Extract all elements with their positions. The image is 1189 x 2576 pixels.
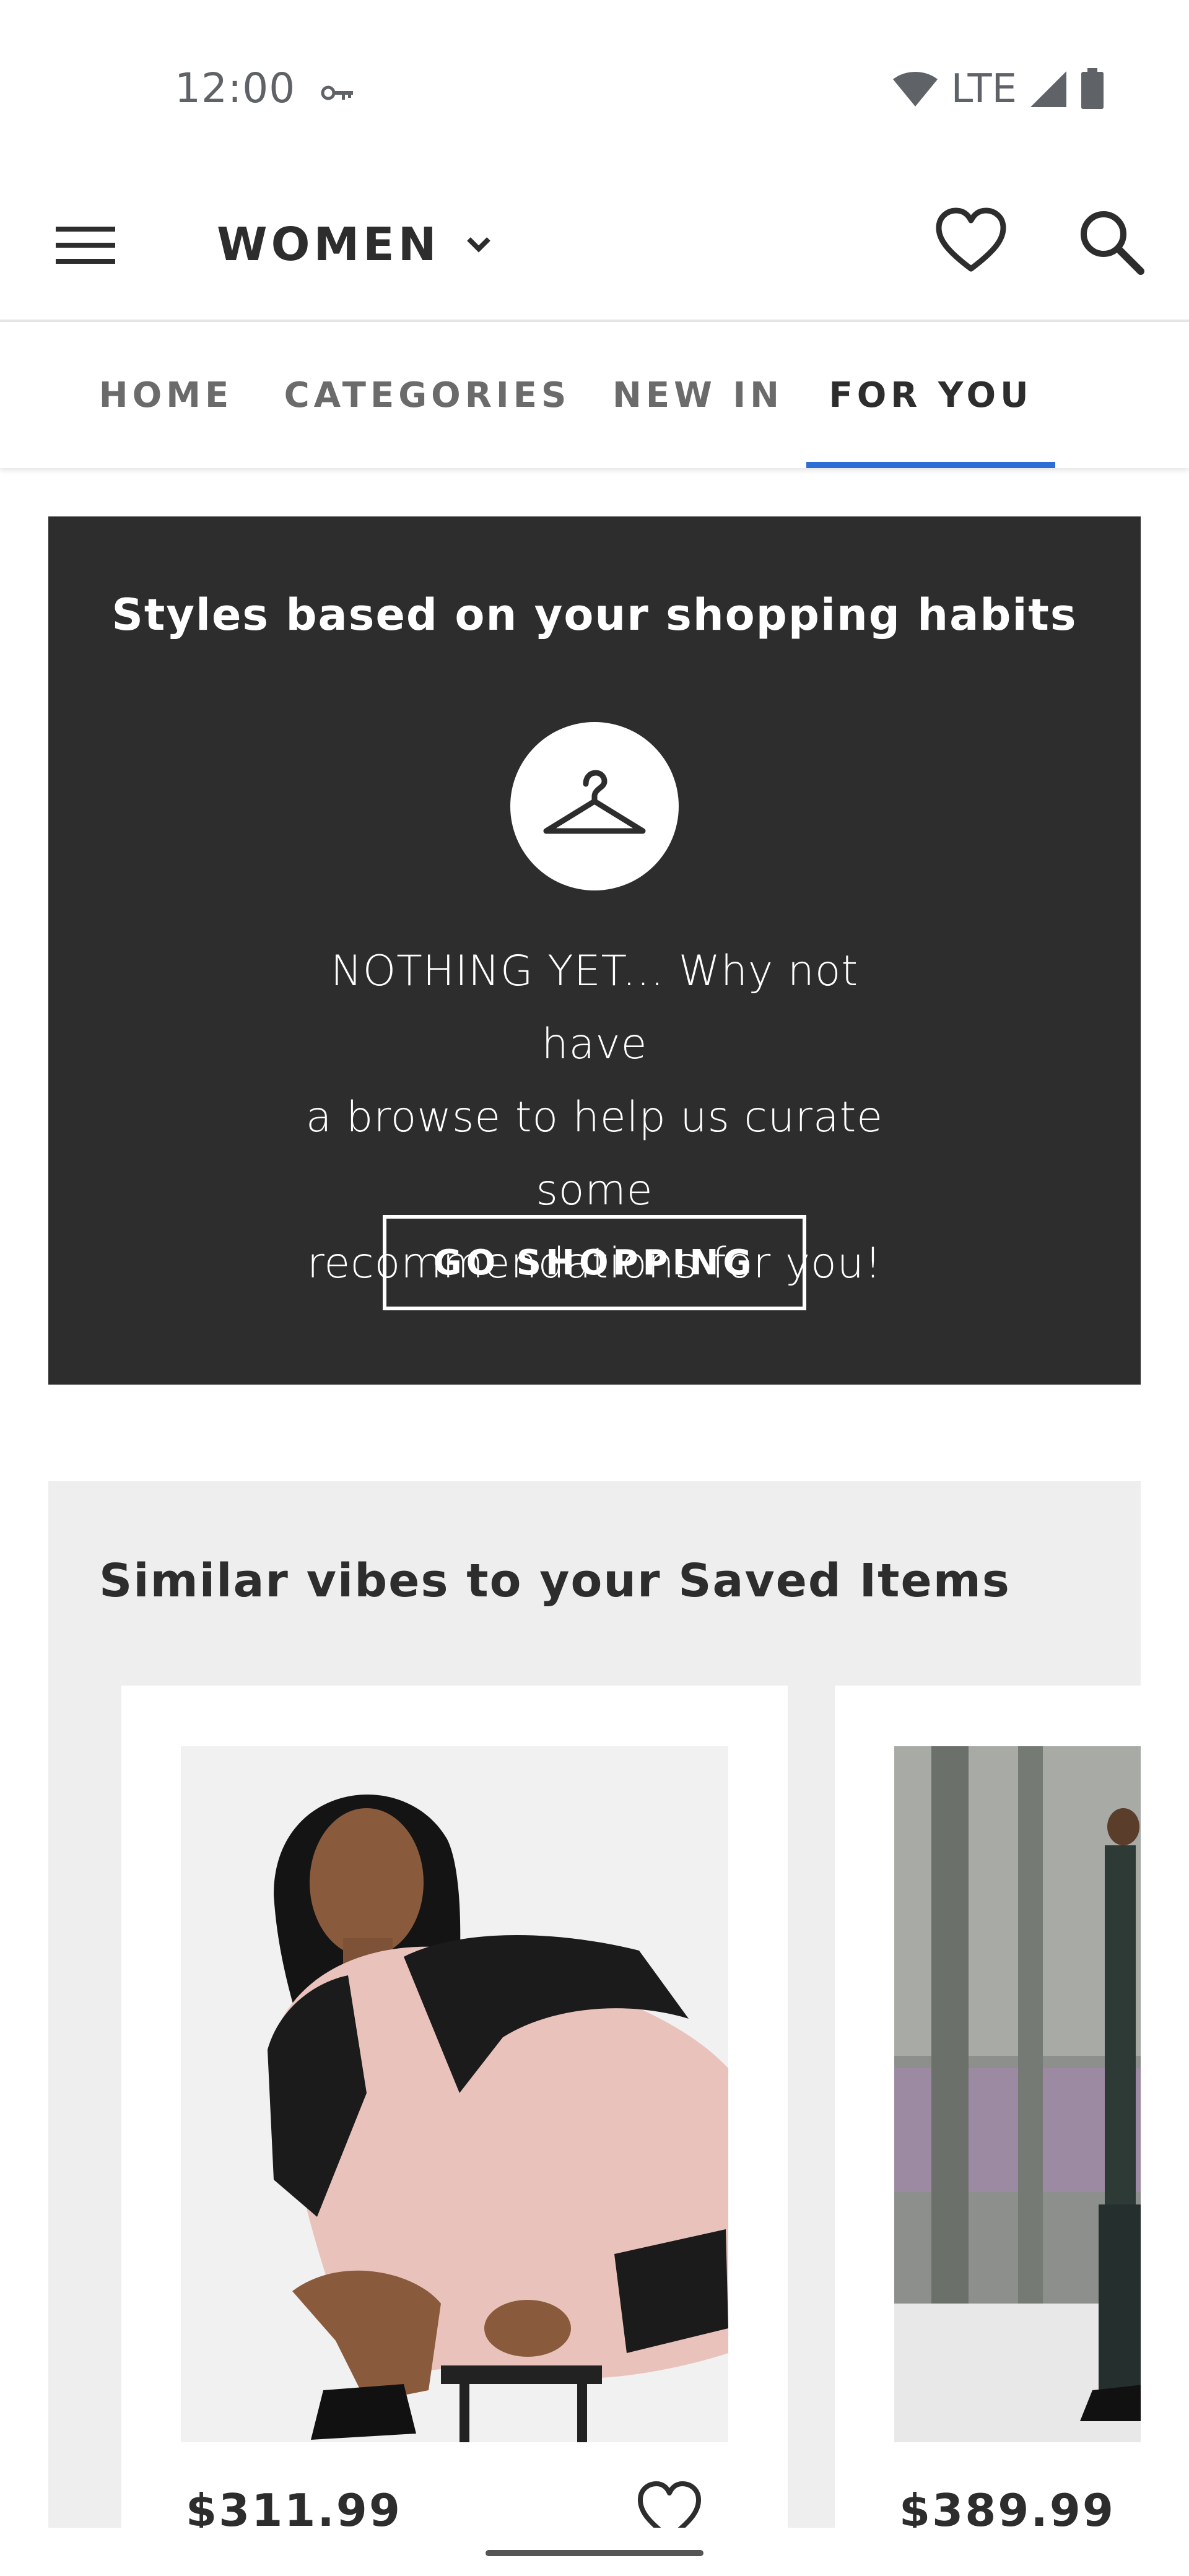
menu-icon[interactable]	[53, 213, 118, 277]
status-bar: 12:00 LTE	[0, 0, 1189, 180]
product-card[interactable]: $389.99	[835, 1686, 1141, 2528]
product-card[interactable]: $311.99	[121, 1686, 788, 2528]
vpn-key-icon	[321, 85, 353, 100]
gesture-nav-bar	[0, 2528, 1189, 2576]
status-icons: LTE	[892, 64, 1105, 114]
tab-new-in[interactable]: NEW IN	[609, 322, 786, 468]
recommendation-banner: Styles based on your shopping habits NOT…	[48, 516, 1141, 1385]
heart-icon[interactable]	[635, 2478, 703, 2528]
section-title: Similar vibes to your Saved Items	[99, 1554, 1011, 1608]
tab-for-you[interactable]: FOR YOU	[806, 322, 1055, 468]
product-price: $389.99	[899, 2484, 1115, 2528]
tab-active-indicator	[806, 462, 1055, 468]
banner-message-line: NOTHING YET... Why not have	[330, 947, 859, 1069]
status-time: 12:00	[175, 64, 296, 112]
cell-signal-icon	[1030, 71, 1066, 107]
product-image[interactable]	[894, 1746, 1141, 2442]
top-app-bar: WOMEN	[0, 180, 1189, 322]
home-gesture-handle[interactable]	[486, 2550, 703, 2556]
search-icon[interactable]	[1076, 207, 1146, 276]
product-price: $311.99	[186, 2484, 402, 2528]
go-shopping-button[interactable]: GO SHOPPING	[383, 1215, 806, 1310]
hanger-icon	[543, 770, 646, 834]
banner-title: Styles based on your shopping habits	[111, 590, 1078, 640]
gender-label: WOMEN	[217, 218, 440, 271]
network-type: LTE	[951, 66, 1017, 112]
wifi-icon	[892, 72, 938, 107]
tab-home[interactable]: HOME	[87, 322, 245, 468]
gender-selector[interactable]: WOMEN	[217, 204, 492, 285]
tab-categories[interactable]: CATEGORIES	[284, 322, 567, 468]
tab-bar: HOME CATEGORIES NEW IN FOR YOU	[0, 322, 1189, 468]
product-image[interactable]	[181, 1746, 728, 2442]
banner-message-line: a browse to help us curate some	[305, 1093, 884, 1215]
chevron-down-icon	[466, 237, 490, 253]
battery-icon	[1081, 68, 1104, 109]
hanger-badge	[510, 722, 679, 890]
heart-icon[interactable]	[934, 204, 1008, 279]
similar-vibes-section: Similar vibes to your Saved Items $311.9…	[48, 1481, 1141, 2528]
